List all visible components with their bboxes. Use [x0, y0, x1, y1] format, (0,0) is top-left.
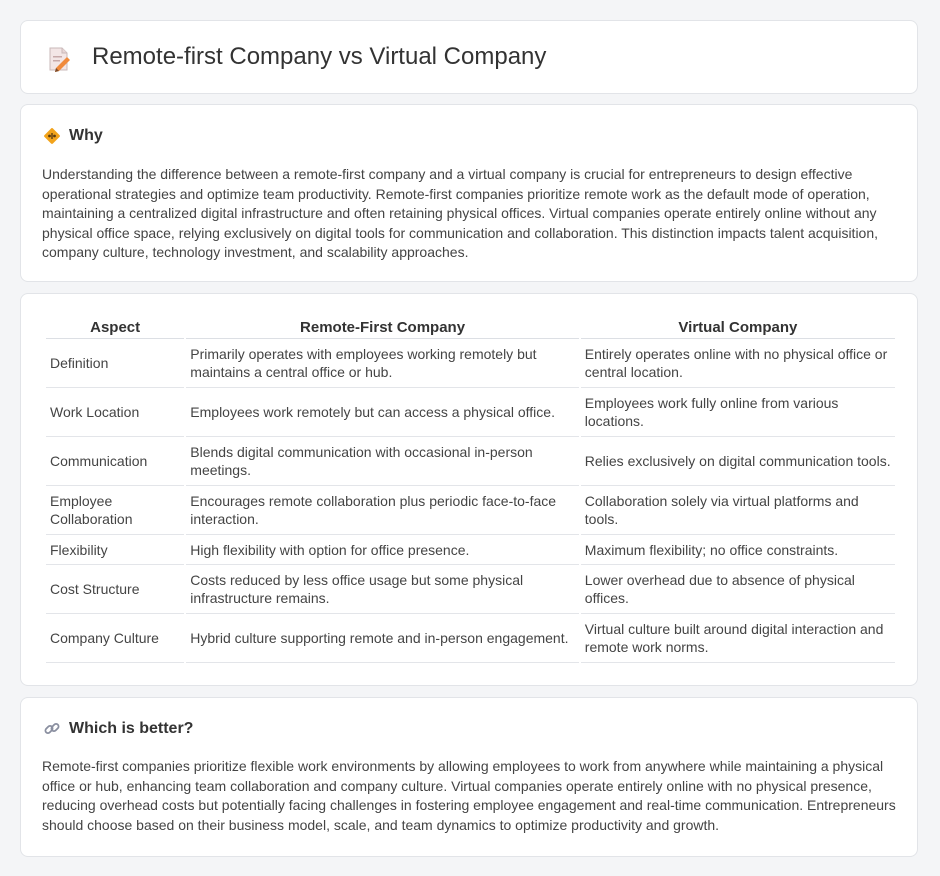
comparison-table: Aspect Remote-First Company Virtual Comp… [44, 316, 897, 663]
why-paragraph: Understanding the difference between a r… [42, 166, 879, 261]
aspect-cell: Flexibility [46, 535, 185, 565]
title-card: Remote-first Company vs Virtual Company [20, 20, 918, 94]
virtual-cell: Lower overhead due to absence of physica… [580, 565, 895, 614]
link-icon [44, 723, 60, 734]
document-pencil-icon [49, 47, 70, 72]
why-section: Why Understanding the difference between… [20, 104, 918, 282]
column-header-remote-first: Remote-First Company [186, 316, 579, 339]
virtual-cell: Relies exclusively on digital communicat… [580, 437, 895, 486]
which-is-better-paragraph: Remote-first companies prioritize flexib… [42, 758, 896, 833]
why-heading: Why [43, 127, 103, 145]
remote-first-cell: Encourages remote collaboration plus per… [186, 486, 579, 535]
column-header-virtual: Virtual Company [580, 316, 895, 339]
aspect-cell: Company Culture [46, 614, 185, 663]
which-is-better-section: Which is better? Remote-first companies … [20, 697, 918, 857]
table-row: Flexibility High flexibility with option… [46, 535, 895, 565]
why-title: Why [69, 127, 103, 144]
aspect-cell: Communication [46, 437, 185, 486]
table-row: Definition Primarily operates with emplo… [46, 339, 895, 388]
table-row: Company Culture Hybrid culture supportin… [46, 614, 895, 663]
remote-first-cell: High flexibility with option for office … [186, 535, 579, 565]
remote-first-cell: Blends digital communication with occasi… [186, 437, 579, 486]
aspect-cell: Work Location [46, 388, 185, 437]
which-is-better-title: Which is better? [69, 720, 194, 737]
aspect-cell: Employee Collaboration [46, 486, 185, 535]
table-row: Cost Structure Costs reduced by less off… [46, 565, 895, 614]
table-header-row: Aspect Remote-First Company Virtual Comp… [46, 316, 895, 339]
page-title: Remote-first Company vs Virtual Company [92, 43, 547, 70]
table-row: Work Location Employees work remotely bu… [46, 388, 895, 437]
table-row: Communication Blends digital communicati… [46, 437, 895, 486]
aspect-cell: Cost Structure [46, 565, 185, 614]
column-header-aspect: Aspect [46, 316, 185, 339]
table-row: Employee Collaboration Encourages remote… [46, 486, 895, 535]
virtual-cell: Collaboration solely via virtual platfor… [580, 486, 895, 535]
virtual-cell: Virtual culture built around digital int… [580, 614, 895, 663]
comparison-card: Aspect Remote-First Company Virtual Comp… [20, 293, 918, 686]
virtual-cell: Maximum flexibility; no office constrain… [580, 535, 895, 565]
diamond-sign-icon [44, 128, 60, 144]
which-is-better-heading: Which is better? [43, 720, 193, 738]
virtual-cell: Entirely operates online with no physica… [580, 339, 895, 388]
remote-first-cell: Primarily operates with employees workin… [186, 339, 579, 388]
remote-first-cell: Costs reduced by less office usage but s… [186, 565, 579, 614]
aspect-cell: Definition [46, 339, 185, 388]
remote-first-cell: Employees work remotely but can access a… [186, 388, 579, 437]
remote-first-cell: Hybrid culture supporting remote and in-… [186, 614, 579, 663]
virtual-cell: Employees work fully online from various… [580, 388, 895, 437]
